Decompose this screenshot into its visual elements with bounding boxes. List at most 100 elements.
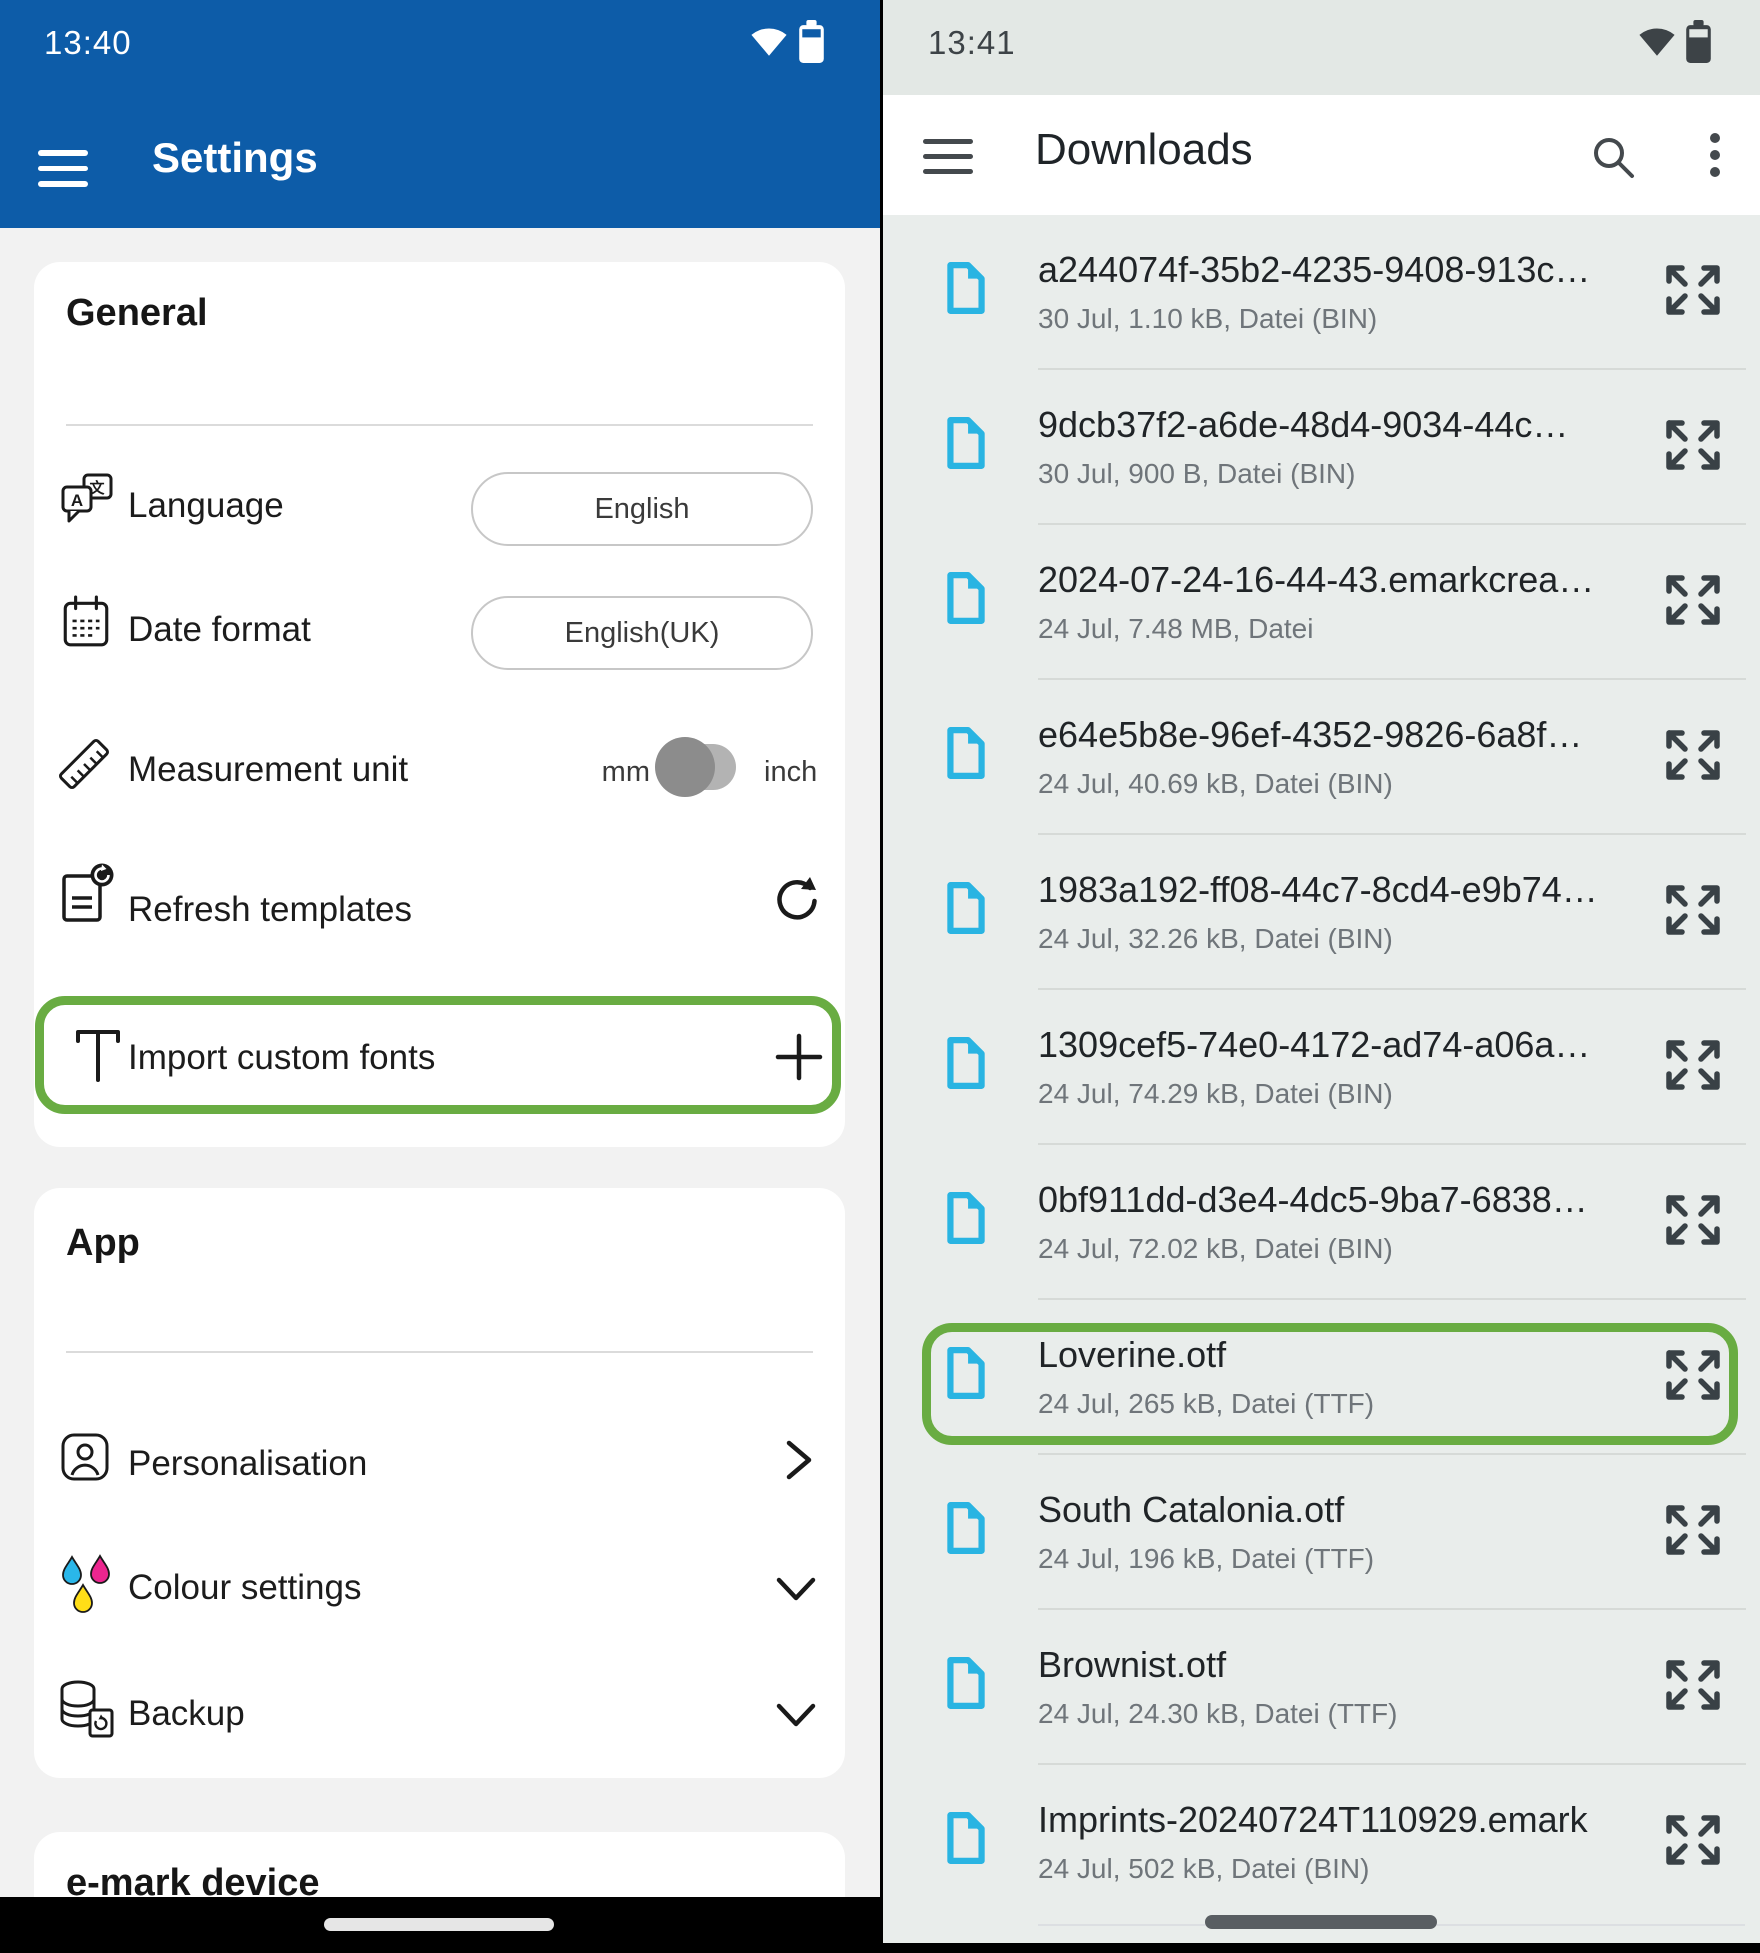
settings-header: 13:40 Settings: [0, 0, 880, 228]
file-icon: [945, 1036, 987, 1090]
expand-icon[interactable]: [1660, 1499, 1726, 1561]
file-meta: 24 Jul, 32.26 kB, Datei (BIN): [1038, 923, 1393, 955]
more-options-icon[interactable]: [1709, 131, 1721, 179]
toggle-knob[interactable]: [655, 737, 715, 797]
menu-icon[interactable]: [923, 139, 973, 177]
sync-icon[interactable]: [770, 874, 820, 924]
file-name: 9dcb37f2-a6de-48d4-9034-44c…: [1038, 404, 1568, 446]
plus-icon[interactable]: [774, 1032, 824, 1082]
file-name: Imprints-20240724T110929.emark: [1038, 1799, 1588, 1841]
page-title: Downloads: [1035, 125, 1253, 175]
file-name: South Catalonia.otf: [1038, 1489, 1344, 1531]
file-icon: [945, 261, 987, 315]
expand-icon[interactable]: [1660, 259, 1726, 321]
refresh-templates-label: Refresh templates: [128, 890, 412, 930]
settings-screen: 13:40 Settings General 文 A Language Engl…: [0, 0, 880, 1953]
list-item[interactable]: e64e5b8e-96ef-4352-9826-6a8f… 24 Jul, 40…: [883, 680, 1760, 835]
svg-text:A: A: [71, 491, 83, 510]
file-icon: [945, 416, 987, 470]
expand-icon[interactable]: [1660, 414, 1726, 476]
list-item[interactable]: South Catalonia.otf 24 Jul, 196 kB, Date…: [883, 1455, 1760, 1610]
file-icon: [945, 1811, 987, 1865]
status-time: 13:41: [928, 24, 1016, 62]
file-icon: [945, 1501, 987, 1555]
unit-toggle[interactable]: [664, 744, 736, 790]
downloads-screen: 13:41 Downloads a244074f-35b2-4235-9408-…: [883, 0, 1760, 1953]
personalisation-icon: [60, 1432, 110, 1482]
chevron-down-icon[interactable]: [774, 1574, 818, 1604]
file-meta: 24 Jul, 502 kB, Datei (BIN): [1038, 1853, 1369, 1885]
file-meta: 30 Jul, 900 B, Datei (BIN): [1038, 458, 1355, 490]
list-item[interactable]: 1983a192-ff08-44c7-8cd4-e9b74… 24 Jul, 3…: [883, 835, 1760, 990]
file-name: 1983a192-ff08-44c7-8cd4-e9b74…: [1038, 869, 1598, 911]
section-heading: General: [66, 292, 208, 335]
status-bar: 13:41: [883, 0, 1760, 95]
expand-icon[interactable]: [1660, 1034, 1726, 1096]
measurement-label: Measurement unit: [128, 750, 408, 790]
file-icon: [945, 881, 987, 935]
loverine-highlight: [922, 1323, 1738, 1445]
expand-icon[interactable]: [1660, 1189, 1726, 1251]
battery-icon: [1685, 20, 1712, 63]
backup-label: Backup: [128, 1694, 245, 1734]
list-item[interactable]: 9dcb37f2-a6de-48d4-9034-44c… 30 Jul, 900…: [883, 370, 1760, 525]
file-meta: 24 Jul, 196 kB, Datei (TTF): [1038, 1543, 1374, 1575]
list-item[interactable]: Brownist.otf 24 Jul, 24.30 kB, Datei (TT…: [883, 1610, 1760, 1765]
page-title: Settings: [152, 134, 318, 182]
wifi-icon: [750, 26, 788, 57]
file-meta: 30 Jul, 1.10 kB, Datei (BIN): [1038, 303, 1377, 335]
downloads-header: Downloads: [883, 95, 1760, 215]
file-name: 2024-07-24-16-44-43.emarkcrea…: [1038, 559, 1594, 601]
text-T-icon: [72, 1026, 124, 1086]
unit-inch-label: inch: [764, 756, 817, 789]
menu-icon[interactable]: [38, 150, 88, 188]
home-indicator[interactable]: [1205, 1915, 1437, 1929]
section-heading: App: [66, 1222, 140, 1265]
file-meta: 24 Jul, 7.48 MB, Datei: [1038, 613, 1313, 645]
expand-icon[interactable]: [1660, 1809, 1726, 1871]
file-icon: [945, 571, 987, 625]
file-meta: 24 Jul, 74.29 kB, Datei (BIN): [1038, 1078, 1393, 1110]
expand-icon[interactable]: [1660, 724, 1726, 786]
expand-icon[interactable]: [1660, 569, 1726, 631]
file-meta: 24 Jul, 24.30 kB, Datei (TTF): [1038, 1698, 1397, 1730]
file-meta: 24 Jul, 40.69 kB, Datei (BIN): [1038, 768, 1393, 800]
divider: [66, 1351, 813, 1353]
language-select[interactable]: English: [471, 472, 813, 546]
expand-icon[interactable]: [1660, 879, 1726, 941]
calendar-icon: [60, 594, 112, 650]
file-icon: [945, 1191, 987, 1245]
date-format-label: Date format: [128, 610, 311, 650]
date-format-select[interactable]: English(UK): [471, 596, 813, 670]
colour-settings-label: Colour settings: [128, 1568, 361, 1608]
file-meta: 24 Jul, 72.02 kB, Datei (BIN): [1038, 1233, 1393, 1265]
home-indicator[interactable]: [324, 1918, 554, 1931]
import-fonts-label: Import custom fonts: [128, 1038, 435, 1078]
list-item[interactable]: 2024-07-24-16-44-43.emarkcrea… 24 Jul, 7…: [883, 525, 1760, 680]
refresh-templates-icon: [58, 862, 116, 924]
language-label: Language: [128, 486, 284, 526]
bottom-edge: [883, 1943, 1760, 1953]
search-icon[interactable]: [1589, 133, 1637, 181]
colour-settings-icon: [58, 1554, 114, 1614]
translate-icon: 文 A: [60, 472, 114, 526]
list-item[interactable]: 1309cef5-74e0-4172-ad74-a06a… 24 Jul, 74…: [883, 990, 1760, 1145]
personalisation-label: Personalisation: [128, 1444, 367, 1484]
app-section: App Personalisation Colour settings: [34, 1188, 845, 1778]
chevron-right-icon[interactable]: [782, 1438, 816, 1482]
file-name: e64e5b8e-96ef-4352-9826-6a8f…: [1038, 714, 1582, 756]
chevron-down-icon[interactable]: [774, 1700, 818, 1730]
file-name: a244074f-35b2-4235-9408-913c…: [1038, 249, 1590, 291]
status-time: 13:40: [44, 24, 132, 62]
expand-icon[interactable]: [1660, 1654, 1726, 1716]
file-icon: [945, 726, 987, 780]
list-item[interactable]: Imprints-20240724T110929.emark 24 Jul, 5…: [883, 1765, 1760, 1920]
general-section: General 文 A Language English Date format…: [34, 262, 845, 1147]
battery-icon: [798, 20, 825, 63]
divider: [66, 424, 813, 426]
unit-mm-label: mm: [584, 756, 650, 789]
file-icon: [945, 1656, 987, 1710]
list-item[interactable]: a244074f-35b2-4235-9408-913c… 30 Jul, 1.…: [883, 215, 1760, 370]
list-item[interactable]: 0bf911dd-d3e4-4dc5-9ba7-6838… 24 Jul, 72…: [883, 1145, 1760, 1300]
ruler-icon: [56, 736, 112, 792]
